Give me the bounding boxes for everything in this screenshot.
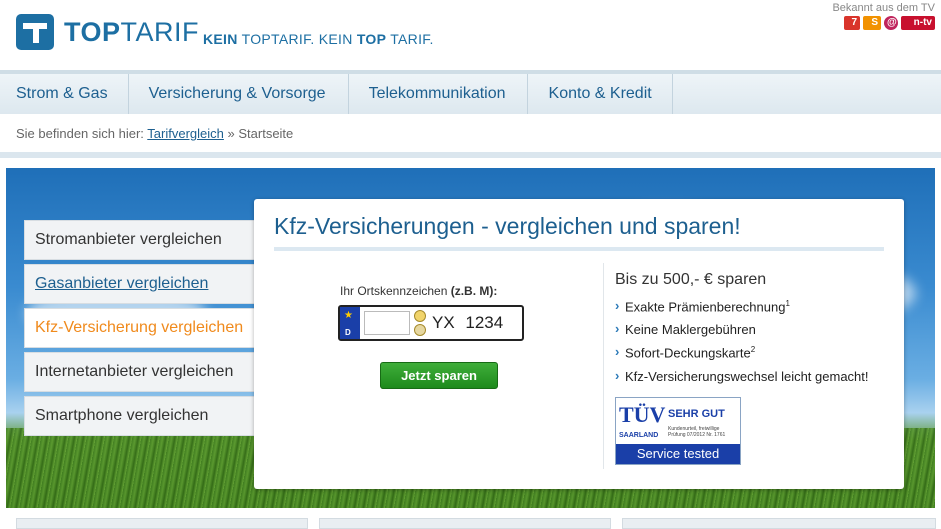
list-item: Kfz-Versicherungswechsel leicht gemacht! bbox=[615, 368, 869, 384]
sidebar-item-strom[interactable]: Stromanbieter vergleichen bbox=[24, 220, 256, 260]
divider bbox=[0, 152, 941, 158]
tuv-note: Kundenurteil, freiwillige Prüfung 07/201… bbox=[668, 426, 726, 438]
plate-suffix: YX 1234 bbox=[432, 313, 504, 332]
nav-item-versicherung[interactable]: Versicherung & Vorsorge bbox=[129, 74, 349, 114]
vertical-divider bbox=[603, 263, 604, 469]
license-plate: D YX 1234 bbox=[338, 305, 524, 341]
jetzt-sparen-button[interactable]: Jetzt sparen bbox=[380, 362, 498, 389]
kfz-comparison-panel: Kfz-Versicherungen - vergleichen und spa… bbox=[254, 199, 904, 489]
logo-mark-icon bbox=[16, 14, 54, 50]
list-item: Exakte Prämienberechnung1 bbox=[615, 298, 869, 314]
prosieben-logo-icon: 7 bbox=[844, 16, 860, 30]
tuv-seal[interactable]: TÜV SAARLAND SEHR GUT Kundenurteil, frei… bbox=[615, 397, 741, 465]
plate-sticker-icon bbox=[414, 324, 426, 336]
benefits-list: Bis zu 500,- € sparen Exakte Prämienbere… bbox=[615, 271, 869, 392]
ortskennzeichen-input[interactable] bbox=[364, 311, 410, 335]
panel-divider bbox=[274, 247, 884, 251]
tuv-band: Service tested bbox=[616, 444, 740, 464]
site-logo[interactable]: TOPTARIF bbox=[16, 14, 199, 50]
teaser-box bbox=[622, 518, 936, 529]
sidebar-item-kfz[interactable]: Kfz-Versicherung vergleichen bbox=[24, 308, 256, 348]
benefits-title: Bis zu 500,- € sparen bbox=[615, 271, 767, 288]
sidebar-item-gas[interactable]: Gasanbieter vergleichen bbox=[24, 264, 256, 304]
plate-seal-icon bbox=[414, 310, 426, 322]
footer-teasers bbox=[16, 518, 936, 529]
site-header: TOPTARIF KEIN TOPTARIF. KEIN TOP TARIF. … bbox=[0, 0, 941, 70]
breadcrumb-link-tarifvergleich[interactable]: Tarifvergleich bbox=[147, 126, 224, 141]
logo-text: TOPTARIF bbox=[64, 16, 200, 47]
eu-flag-icon: D bbox=[340, 307, 360, 339]
tv-references: Bekannt aus dem TV 7 S @ n-tv bbox=[832, 2, 935, 30]
teaser-box bbox=[319, 518, 611, 529]
sidebar-item-smartphone[interactable]: Smartphone vergleichen bbox=[24, 396, 256, 436]
sidebar-item-internet[interactable]: Internetanbieter vergleichen bbox=[24, 352, 256, 392]
panel-title: Kfz-Versicherungen - vergleichen und spa… bbox=[274, 213, 741, 239]
sidebar: Stromanbieter vergleichen Gasanbieter ve… bbox=[24, 220, 256, 440]
sat1-logo-icon: S bbox=[863, 16, 881, 30]
tv-label: Bekannt aus dem TV bbox=[832, 2, 935, 14]
list-item: Sofort-Deckungskarte2 bbox=[615, 344, 869, 360]
slogan: KEIN TOPTARIF. KEIN TOP TARIF. bbox=[203, 31, 434, 47]
teaser-box bbox=[16, 518, 308, 529]
tuv-region: SAARLAND bbox=[619, 432, 659, 439]
main-navigation: Strom & Gas Versicherung & Vorsorge Tele… bbox=[0, 70, 941, 114]
sixx-logo-icon: @ bbox=[884, 16, 898, 30]
nav-item-telekommunikation[interactable]: Telekommunikation bbox=[349, 74, 528, 114]
nav-item-konto-kredit[interactable]: Konto & Kredit bbox=[528, 74, 673, 114]
ntv-logo-icon: n-tv bbox=[901, 16, 935, 30]
nav-item-strom-gas[interactable]: Strom & Gas bbox=[0, 74, 129, 114]
list-item: Keine Maklergebühren bbox=[615, 321, 869, 337]
plate-label: Ihr Ortskennzeichen (z.B. M): bbox=[340, 284, 498, 298]
tuv-grade: SEHR GUT bbox=[668, 408, 725, 420]
breadcrumb: Sie befinden sich hier: Tarifvergleich »… bbox=[16, 126, 294, 141]
breadcrumb-current: Startseite bbox=[238, 126, 294, 141]
